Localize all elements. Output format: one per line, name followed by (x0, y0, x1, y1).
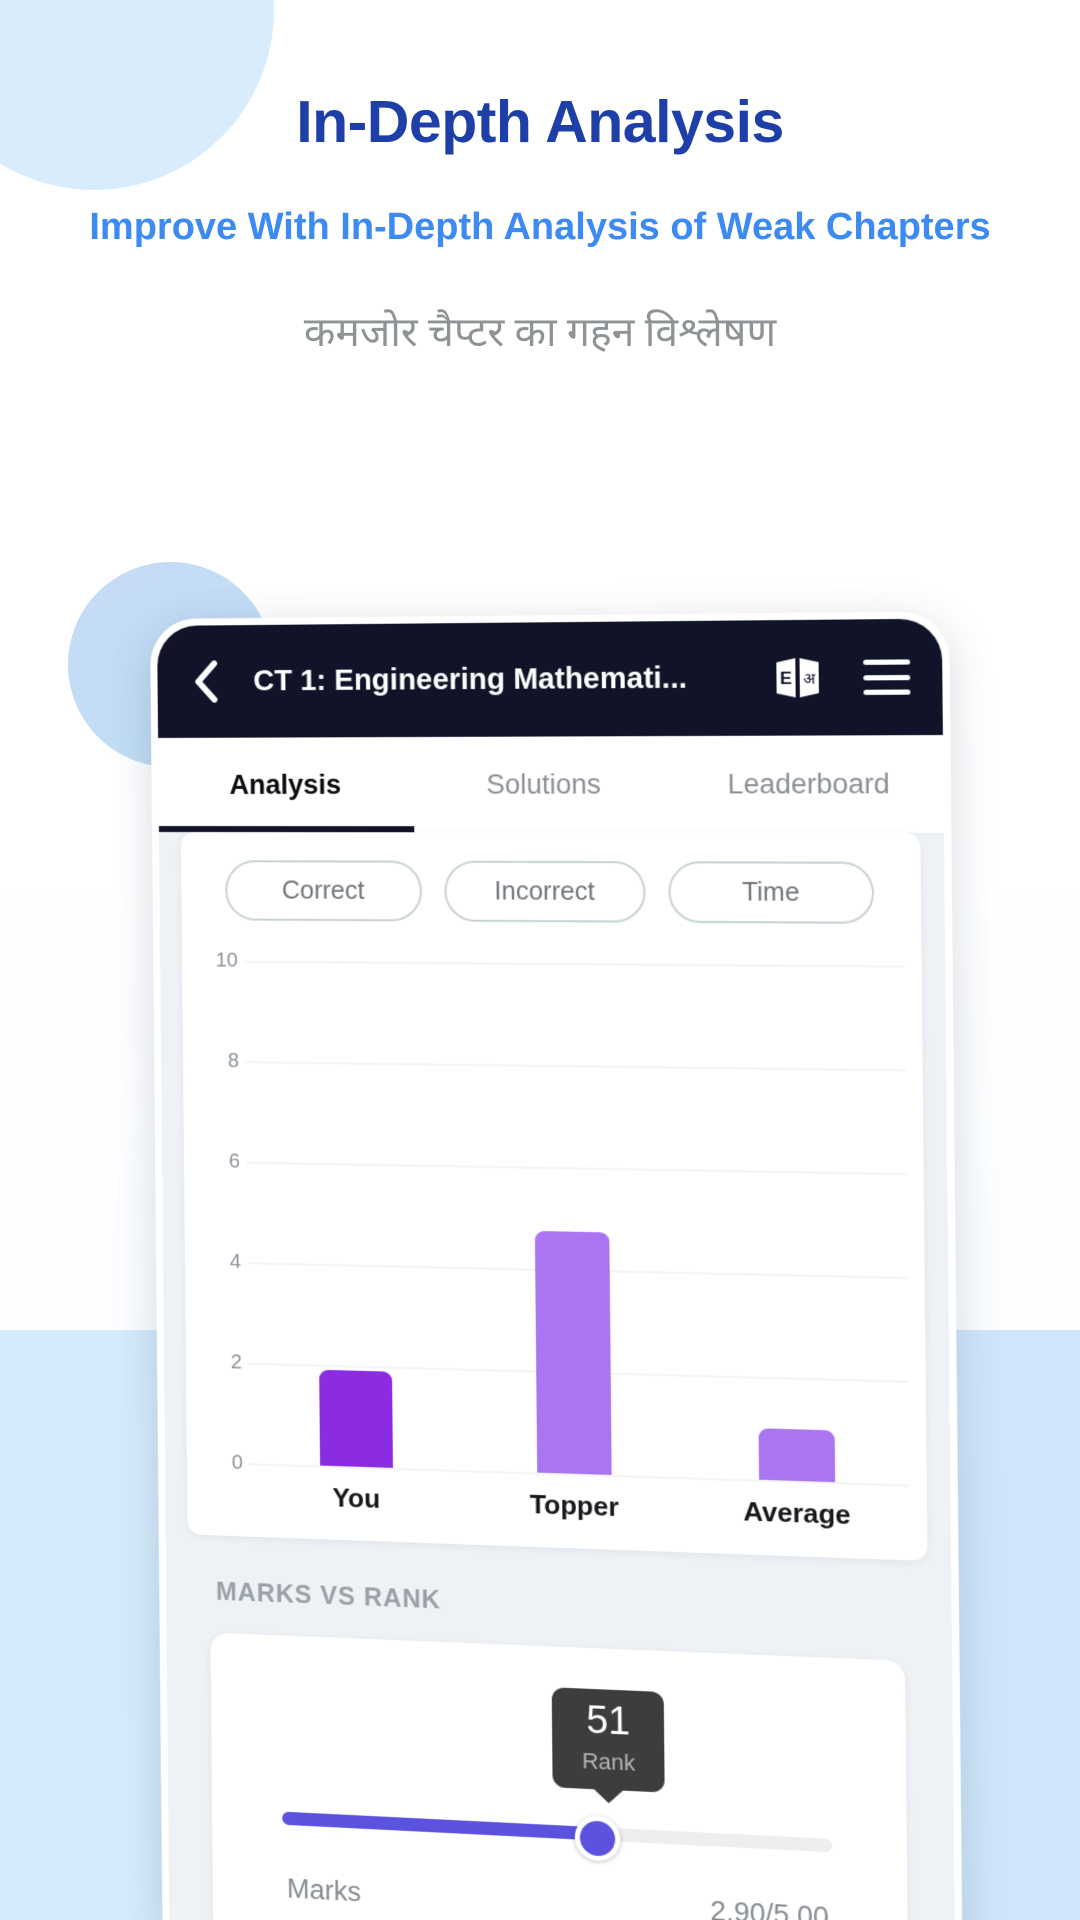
y-tick-2: 2 (230, 1350, 242, 1374)
y-tick-10: 10 (215, 948, 239, 972)
bar-average[interactable] (758, 1428, 835, 1483)
filter-chip-time-label: Time (741, 877, 800, 907)
y-tick-6: 6 (228, 1149, 240, 1173)
bar-slot-topper (459, 962, 684, 1477)
tab-analysis-label: Analysis (229, 769, 342, 800)
menu-bar-1 (863, 659, 911, 665)
slider-thumb[interactable] (574, 1814, 621, 1863)
bar-chart-plot: 0 2 4 6 8 10 (198, 949, 910, 1487)
tab-bar: Analysis Solutions Leaderboard (158, 735, 944, 833)
bar-you[interactable] (318, 1369, 393, 1468)
page-subtitle: Improve With In-Depth Analysis of Weak C… (89, 206, 991, 248)
app-bar: CT 1: Engineering Mathemati... E अ (157, 618, 943, 738)
tab-solutions[interactable]: Solutions (413, 736, 675, 832)
hamburger-menu-icon[interactable] (863, 659, 911, 695)
analysis-content: Correct Incorrect Time 0 2 4 6 8 10 You Topper… (158, 832, 956, 1920)
filter-chip-incorrect[interactable]: Incorrect (444, 860, 646, 923)
marks-slider[interactable] (282, 1799, 833, 1867)
app-bar-title: CT 1: Engineering Mathemati... (253, 661, 688, 697)
slider-track-fill (282, 1811, 598, 1841)
bar-slot-you (244, 961, 464, 1470)
page-title: In-Depth Analysis (296, 89, 784, 155)
rank-label: Rank (581, 1747, 636, 1776)
filter-chip-incorrect-label: Incorrect (494, 876, 595, 906)
x-label-you: You (332, 1482, 381, 1515)
marks-label: Marks (286, 1873, 362, 1908)
y-tick-8: 8 (227, 1049, 239, 1072)
rank-value: 51 (586, 1698, 631, 1744)
x-label-average: Average (743, 1495, 851, 1531)
chevron-left-icon[interactable] (183, 659, 227, 703)
bar-slot-average (680, 964, 910, 1485)
marks-value: 2.90/5.00 (709, 1895, 829, 1920)
filter-chip-time[interactable]: Time (668, 861, 875, 924)
marks-vs-rank-card: 51 Rank Marks 2.90/5.00 (210, 1632, 909, 1920)
menu-bar-3 (863, 689, 911, 695)
filter-chip-correct-label: Correct (281, 875, 365, 905)
x-label-topper: Topper (529, 1488, 619, 1523)
rank-tooltip: 51 Rank (552, 1687, 666, 1793)
tab-leaderboard[interactable]: Leaderboard (675, 735, 944, 833)
y-tick-0: 0 (231, 1451, 243, 1474)
filter-chip-correct[interactable]: Correct (224, 860, 423, 922)
tab-leaderboard-label: Leaderboard (727, 767, 890, 800)
menu-bar-2 (863, 674, 911, 680)
bar-chart-x-labels: You Topper Average (249, 1479, 910, 1533)
tab-solutions-label: Solutions (486, 768, 601, 800)
filter-chip-row: Correct Incorrect Time (181, 854, 921, 924)
svg-text:अ: अ (803, 670, 816, 688)
bar-topper[interactable] (534, 1230, 612, 1475)
svg-text:E: E (780, 668, 792, 688)
rank-bubble-row: 51 Rank (211, 1673, 907, 1811)
bar-group (244, 961, 910, 1485)
y-tick-4: 4 (229, 1250, 241, 1273)
tab-analysis[interactable]: Analysis (158, 737, 414, 832)
hindi-caption: कमजोर चैप्टर का गहन विश्लेषण (303, 308, 777, 355)
marks-row: Marks 2.90/5.00 (287, 1873, 829, 1920)
phone-screen: CT 1: Engineering Mathemati... E अ Analy… (157, 618, 956, 1920)
hero-text-block: In-Depth Analysis Improve With In-Depth … (0, 0, 1080, 359)
phone-mockup: CT 1: Engineering Mathemati... E अ Analy… (150, 611, 963, 1920)
chart-card: Correct Incorrect Time 0 2 4 6 8 10 You Topper… (180, 832, 928, 1562)
language-toggle-icon[interactable]: E अ (772, 655, 823, 701)
